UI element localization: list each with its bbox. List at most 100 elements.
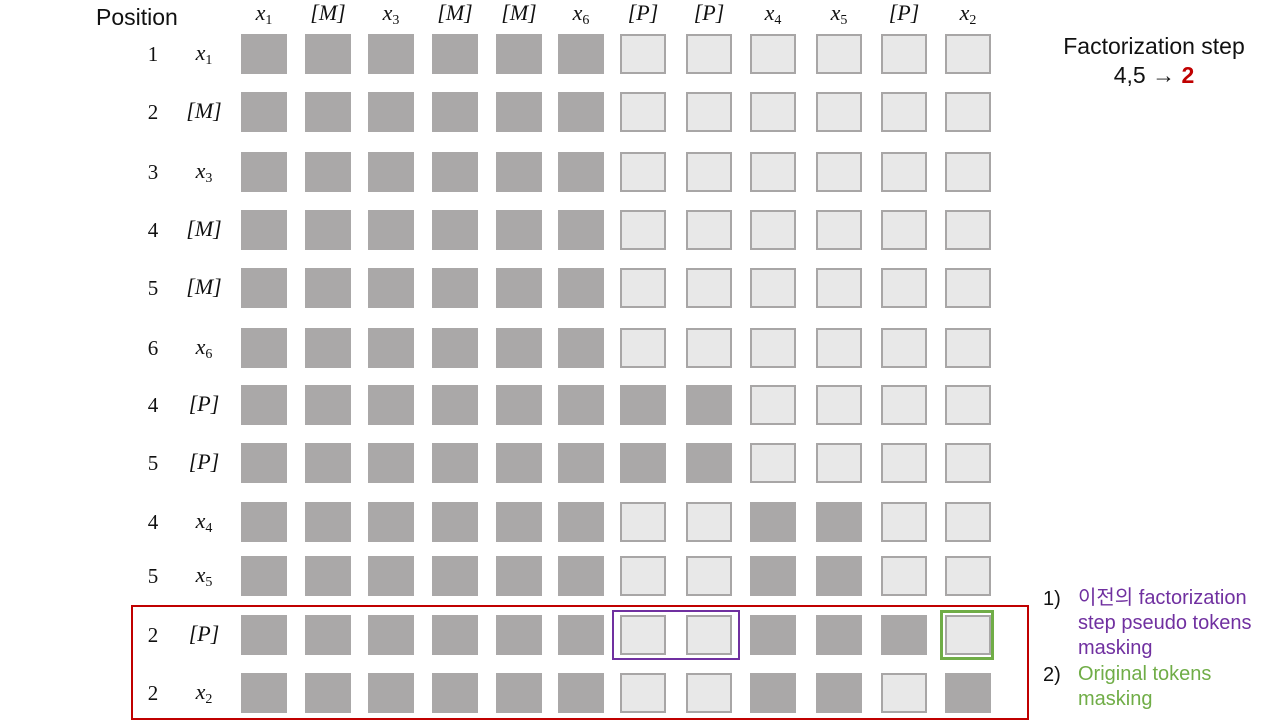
mask-cell-r5-c9 (750, 268, 796, 308)
mask-cell-r5-c3 (368, 268, 414, 308)
mask-cell-r6-c2 (305, 328, 351, 368)
column-token-5: [M] (489, 0, 549, 26)
row-token-8: [P] (179, 449, 229, 475)
column-token-2-base: [M] (310, 0, 346, 25)
column-token-7: [P] (613, 0, 673, 26)
current-step-rows-frame (131, 605, 1029, 720)
mask-cell-r1-c11 (881, 34, 927, 74)
mask-cell-r5-c7 (620, 268, 666, 308)
row-token-1-base: x (195, 40, 206, 65)
mask-cell-r5-c6 (558, 268, 604, 308)
row-token-10-base: x (195, 562, 206, 587)
row-token-10-subscript: 5 (205, 575, 213, 590)
note-1-text: 이전의 factorization step pseudo tokens mas… (1078, 587, 1252, 659)
mask-cell-r7-c3 (368, 385, 414, 425)
mask-cell-r6-c7 (620, 328, 666, 368)
mask-cell-r5-c2 (305, 268, 351, 308)
column-token-6-base: x (572, 0, 583, 25)
mask-cell-r10-c7 (620, 556, 666, 596)
mask-cell-r4-c1 (241, 210, 287, 250)
mask-cell-r7-c4 (432, 385, 478, 425)
mask-cell-r2-c5 (496, 92, 542, 132)
mask-cell-r7-c12 (945, 385, 991, 425)
note-2-text: Original tokens masking (1078, 663, 1212, 710)
row-token-9-base: x (195, 508, 206, 533)
mask-cell-r3-c7 (620, 152, 666, 192)
mask-cell-r2-c7 (620, 92, 666, 132)
row-position-10: 5 (147, 564, 159, 588)
mask-cell-r6-c6 (558, 328, 604, 368)
row-token-5: [M] (179, 274, 229, 300)
mask-cell-r7-c7 (620, 385, 666, 425)
row-token-1-subscript: 1 (205, 53, 213, 68)
mask-cell-r3-c6 (558, 152, 604, 192)
row-token-6-subscript: 6 (205, 347, 213, 362)
mask-cell-r6-c10 (816, 328, 862, 368)
mask-cell-r6-c1 (241, 328, 287, 368)
column-token-10: x5 (809, 0, 869, 29)
factorization-from: 4,5 (1113, 62, 1146, 88)
mask-cell-r6-c9 (750, 328, 796, 368)
column-token-12-subscript: 2 (969, 13, 977, 28)
mask-cell-r4-c10 (816, 210, 862, 250)
mask-cell-r8-c3 (368, 443, 414, 483)
column-token-6: x6 (551, 0, 611, 29)
right-arrow-icon: → (1152, 62, 1176, 88)
mask-cell-r10-c4 (432, 556, 478, 596)
column-token-3-subscript: 3 (392, 13, 400, 28)
mask-cell-r1-c7 (620, 34, 666, 74)
mask-cell-r7-c9 (750, 385, 796, 425)
row-token-4-base: [M] (186, 216, 222, 241)
column-token-3-base: x (382, 0, 393, 25)
mask-cell-r7-c8 (686, 385, 732, 425)
mask-cell-r4-c7 (620, 210, 666, 250)
column-token-1: x1 (234, 0, 294, 29)
row-position-6: 6 (147, 336, 159, 360)
mask-cell-r6-c5 (496, 328, 542, 368)
mask-cell-r8-c12 (945, 443, 991, 483)
mask-cell-r3-c10 (816, 152, 862, 192)
mask-cell-r4-c4 (432, 210, 478, 250)
mask-cell-r1-c9 (750, 34, 796, 74)
column-token-12: x2 (938, 0, 998, 29)
mask-cell-r3-c11 (881, 152, 927, 192)
column-token-11-base: [P] (888, 0, 920, 25)
column-token-1-base: x (255, 0, 266, 25)
mask-cell-r8-c4 (432, 443, 478, 483)
mask-cell-r7-c11 (881, 385, 927, 425)
mask-cell-r2-c4 (432, 92, 478, 132)
mask-cell-r9-c11 (881, 502, 927, 542)
mask-cell-r6-c11 (881, 328, 927, 368)
mask-cell-r3-c12 (945, 152, 991, 192)
original-token-mask-frame (940, 610, 994, 660)
mask-cell-r5-c5 (496, 268, 542, 308)
mask-cell-r4-c9 (750, 210, 796, 250)
row-position-4: 4 (147, 218, 159, 242)
mask-cell-r8-c10 (816, 443, 862, 483)
mask-cell-r10-c2 (305, 556, 351, 596)
mask-cell-r8-c5 (496, 443, 542, 483)
mask-cell-r8-c2 (305, 443, 351, 483)
row-token-4: [M] (179, 216, 229, 242)
mask-cell-r4-c6 (558, 210, 604, 250)
column-token-8: [P] (679, 0, 739, 26)
column-token-9: x4 (743, 0, 803, 29)
mask-cell-r10-c3 (368, 556, 414, 596)
mask-cell-r2-c8 (686, 92, 732, 132)
mask-cell-r4-c11 (881, 210, 927, 250)
row-token-6: x6 (179, 334, 229, 363)
factorization-step-title: Factorization step (1063, 33, 1245, 59)
mask-cell-r3-c9 (750, 152, 796, 192)
column-token-3: x3 (361, 0, 421, 29)
mask-cell-r9-c10 (816, 502, 862, 542)
mask-cell-r1-c12 (945, 34, 991, 74)
factorization-step-value: 4,5 → 2 (1040, 62, 1268, 89)
mask-cell-r1-c3 (368, 34, 414, 74)
mask-cell-r3-c4 (432, 152, 478, 192)
mask-cell-r2-c6 (558, 92, 604, 132)
column-token-7-base: [P] (627, 0, 659, 25)
mask-cell-r1-c5 (496, 34, 542, 74)
row-token-3-subscript: 3 (205, 171, 213, 186)
position-header: Position (96, 4, 178, 30)
mask-cell-r1-c2 (305, 34, 351, 74)
